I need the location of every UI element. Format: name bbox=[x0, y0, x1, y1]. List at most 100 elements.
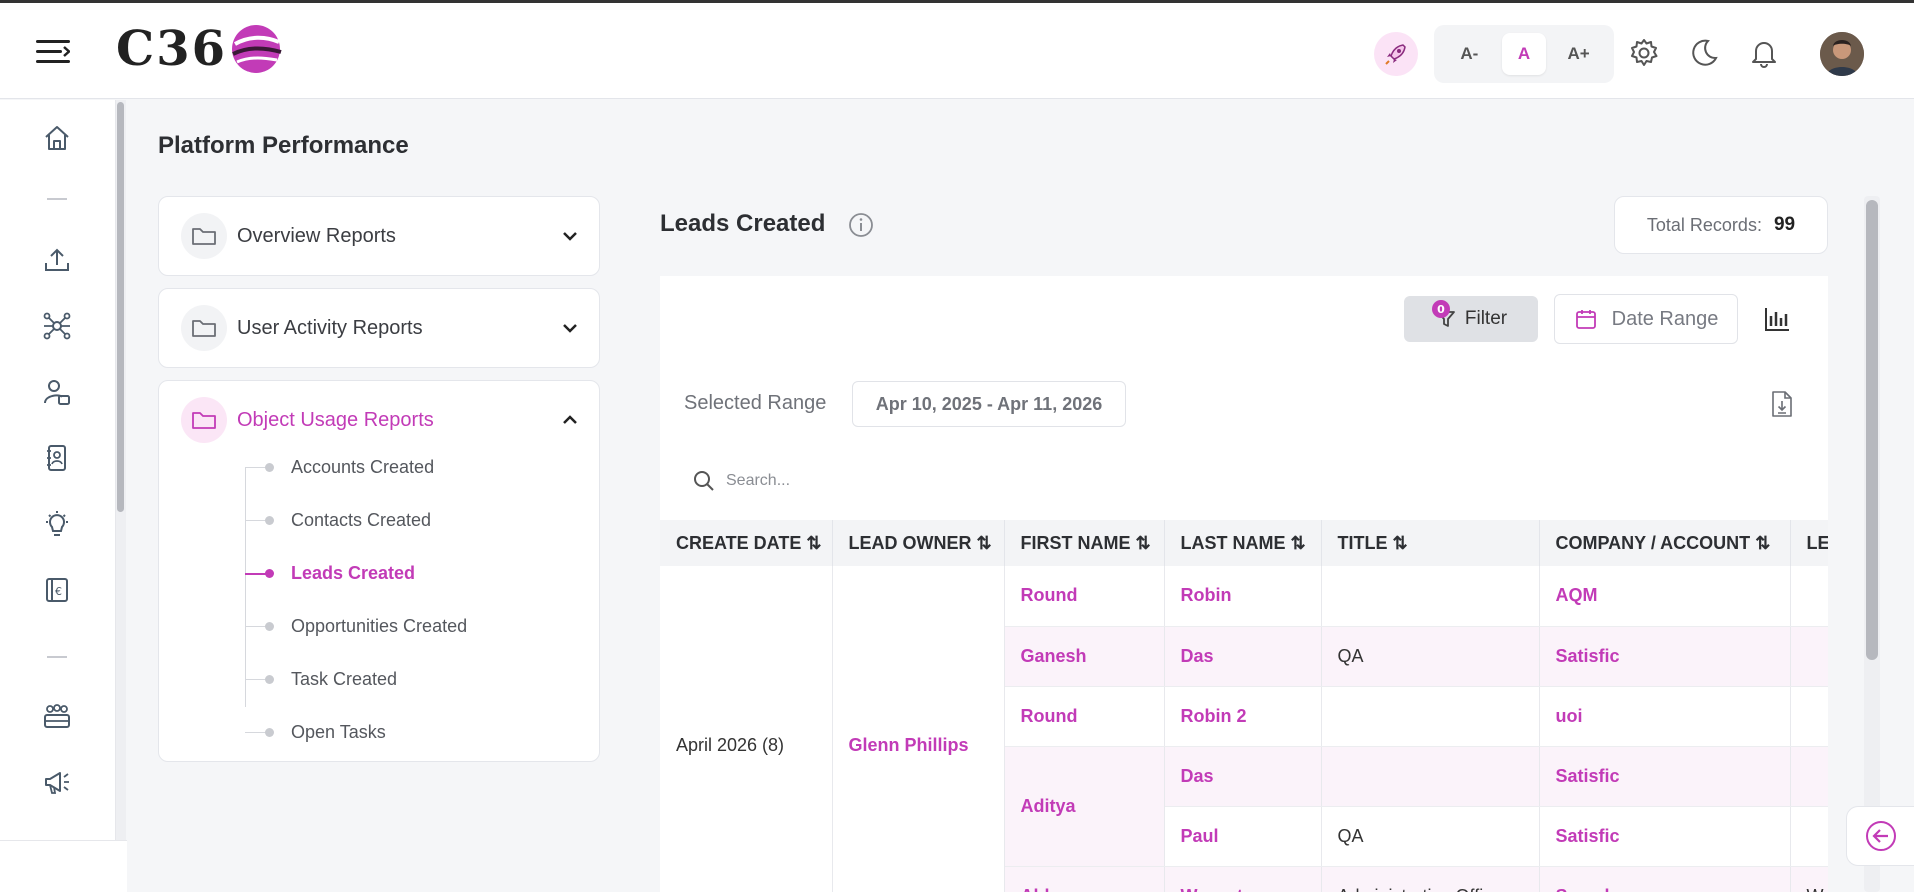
rail-scrollbar-thumb[interactable] bbox=[117, 102, 124, 512]
submenu-item-leads-created[interactable]: Leads Created bbox=[159, 547, 599, 600]
last-name-cell[interactable]: Das bbox=[1164, 746, 1322, 807]
chevron-up-icon[interactable] bbox=[559, 409, 581, 431]
tree-connector bbox=[245, 572, 267, 575]
company-cell[interactable]: Satisfic bbox=[1539, 626, 1791, 687]
first-name-cell[interactable]: Round bbox=[1004, 566, 1165, 627]
sort-icon[interactable]: ⇅ bbox=[1393, 533, 1408, 553]
quick-launch-button[interactable] bbox=[1374, 32, 1418, 76]
font-normal-button[interactable]: A bbox=[1501, 33, 1546, 75]
home-icon[interactable] bbox=[41, 122, 73, 154]
export-file-icon[interactable] bbox=[1770, 390, 1794, 418]
selected-range-label: Selected Range bbox=[684, 392, 827, 414]
dark-mode-moon-icon[interactable] bbox=[1688, 37, 1720, 69]
font-increase-button[interactable]: A+ bbox=[1557, 33, 1601, 75]
column-header-title[interactable]: TITLE ⇅ bbox=[1321, 520, 1540, 566]
content-scrollbar-thumb[interactable] bbox=[1866, 200, 1878, 660]
company-cell[interactable]: AQM bbox=[1539, 566, 1791, 627]
info-icon[interactable] bbox=[848, 212, 874, 238]
user-activity-reports-header[interactable]: User Activity Reports bbox=[159, 289, 599, 367]
left-nav-rail: € bbox=[0, 100, 116, 892]
upload-icon[interactable] bbox=[41, 244, 73, 276]
tree-dot bbox=[265, 728, 274, 737]
company-cell[interactable]: uoi bbox=[1539, 686, 1791, 747]
rocket-icon bbox=[1385, 44, 1406, 65]
last-name-cell[interactable]: Waveet bbox=[1164, 866, 1322, 892]
tree-dot-active bbox=[265, 569, 274, 578]
overview-reports-header[interactable]: Overview Reports bbox=[159, 197, 599, 275]
chevron-down-icon[interactable] bbox=[559, 317, 581, 339]
table-row[interactable]: April 2026 (8) Glenn Phillips Round Robi… bbox=[660, 566, 1828, 892]
sort-icon[interactable]: ⇅ bbox=[977, 533, 992, 553]
last-name-cell[interactable]: Das bbox=[1164, 626, 1322, 687]
overview-reports-section[interactable]: Overview Reports bbox=[158, 196, 600, 276]
submenu-item-contacts-created[interactable]: Contacts Created bbox=[159, 494, 599, 547]
title-cell bbox=[1321, 746, 1540, 807]
submenu-label: Task Created bbox=[291, 669, 398, 689]
pricebook-icon[interactable]: € bbox=[41, 574, 73, 606]
column-header-lead-owner[interactable]: LEAD OWNER ⇅ bbox=[832, 520, 1005, 566]
lead-owner-group-cell[interactable]: Glenn Phillips bbox=[832, 566, 1005, 892]
submenu-item-opportunities-created[interactable]: Opportunities Created bbox=[159, 600, 599, 653]
menu-toggle-icon[interactable] bbox=[36, 37, 70, 67]
sort-icon[interactable]: ⇅ bbox=[1291, 533, 1306, 553]
user-avatar[interactable] bbox=[1820, 32, 1864, 76]
submenu-item-open-tasks[interactable]: Open Tasks bbox=[159, 706, 599, 759]
first-name-cell[interactable]: Aditya bbox=[1004, 746, 1165, 867]
search-icon bbox=[694, 471, 714, 491]
leads-table: CREATE DATE ⇅ LEAD OWNER ⇅ FIRST NAME ⇅ … bbox=[660, 520, 1828, 892]
column-header-first-name[interactable]: FIRST NAME ⇅ bbox=[1004, 520, 1165, 566]
object-usage-reports-section[interactable]: Object Usage Reports Accounts Created Co… bbox=[158, 380, 600, 762]
collapse-panel-button[interactable] bbox=[1846, 806, 1914, 866]
date-range-button[interactable]: Date Range bbox=[1554, 294, 1738, 344]
extra-cell bbox=[1790, 746, 1828, 807]
column-header-last-name[interactable]: LAST NAME ⇅ bbox=[1164, 520, 1322, 566]
title-cell bbox=[1321, 686, 1540, 747]
last-name-cell[interactable]: Robin 2 bbox=[1164, 686, 1322, 747]
company-cell[interactable]: Satisfic bbox=[1539, 746, 1791, 807]
last-name-cell[interactable]: Paul bbox=[1164, 806, 1322, 867]
column-header-create-date[interactable]: CREATE DATE ⇅ bbox=[660, 520, 833, 566]
submenu-item-accounts-created[interactable]: Accounts Created bbox=[159, 441, 599, 494]
sort-icon[interactable]: ⇅ bbox=[806, 533, 821, 553]
tree-dot bbox=[265, 516, 274, 525]
filter-button[interactable]: Filter bbox=[1404, 296, 1538, 342]
campaign-megaphone-icon[interactable] bbox=[41, 766, 73, 798]
address-book-icon[interactable] bbox=[41, 442, 73, 474]
overview-reports-label: Overview Reports bbox=[237, 224, 396, 247]
last-name-cell[interactable]: Robin bbox=[1164, 566, 1322, 627]
company-cell[interactable]: Sample bbox=[1539, 866, 1791, 892]
lightbulb-icon[interactable] bbox=[41, 508, 73, 540]
company-logo[interactable]: C36 bbox=[116, 19, 283, 79]
folder-icon bbox=[181, 213, 227, 259]
sort-icon[interactable]: ⇅ bbox=[1136, 533, 1151, 553]
column-header-company[interactable]: COMPANY / ACCOUNT ⇅ bbox=[1539, 520, 1791, 566]
chart-view-icon[interactable] bbox=[1762, 304, 1792, 334]
search-input[interactable] bbox=[726, 466, 1126, 496]
column-label: COMPANY / ACCOUNT bbox=[1555, 532, 1751, 553]
settings-gear-icon[interactable] bbox=[1628, 37, 1660, 69]
column-label: TITLE bbox=[1337, 532, 1388, 553]
first-name-cell[interactable]: Abhe bbox=[1004, 866, 1165, 892]
column-header-lead-extra[interactable]: LE bbox=[1790, 520, 1828, 566]
date-range-label: Date Range bbox=[1611, 307, 1719, 330]
title-cell: Administrative Officer bbox=[1321, 866, 1540, 892]
first-name-cell[interactable]: Ganesh bbox=[1004, 626, 1165, 687]
team-icon[interactable] bbox=[41, 700, 73, 732]
user-activity-reports-section[interactable]: User Activity Reports bbox=[158, 288, 600, 368]
create-date-group-cell: April 2026 (8) bbox=[660, 566, 833, 892]
extra-cell: W bbox=[1790, 866, 1828, 892]
column-label: FIRST NAME bbox=[1020, 532, 1131, 553]
contacts-icon[interactable] bbox=[41, 376, 73, 408]
company-cell[interactable]: Satisfic bbox=[1539, 806, 1791, 867]
chevron-down-icon[interactable] bbox=[559, 225, 581, 247]
svg-text:€: € bbox=[55, 585, 62, 598]
user-activity-reports-label: User Activity Reports bbox=[237, 316, 423, 339]
extra-cell bbox=[1790, 626, 1828, 687]
sort-icon[interactable]: ⇅ bbox=[1755, 533, 1770, 553]
network-icon[interactable] bbox=[41, 310, 73, 342]
notifications-bell-icon[interactable] bbox=[1748, 37, 1780, 69]
font-decrease-button[interactable]: A- bbox=[1447, 33, 1491, 75]
submenu-item-task-created[interactable]: Task Created bbox=[159, 653, 599, 706]
submenu-label: Accounts Created bbox=[291, 457, 435, 477]
first-name-cell[interactable]: Round bbox=[1004, 686, 1165, 747]
